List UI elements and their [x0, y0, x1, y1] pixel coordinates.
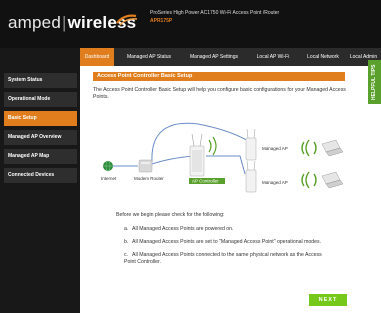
checklist-text: All Managed Access Points are powered on… — [132, 226, 234, 232]
wifi-signal-icon — [301, 171, 317, 189]
modem-router-label: Modem Router — [134, 176, 164, 181]
sidebar-item-operational-mode[interactable]: Operational Mode — [4, 92, 77, 107]
section-intro: The Access Point Controller Basic Setup … — [93, 87, 346, 100]
checklist-letter: b. — [124, 239, 129, 245]
managed-ap-2-icon — [245, 160, 257, 193]
sidebar-item-managed-ap-map[interactable]: Managed AP Map — [4, 149, 77, 164]
managed-ap-1-icon — [245, 128, 257, 161]
main-content: Access Point Controller Basic Setup The … — [80, 66, 381, 313]
tab-managed-ap-status[interactable]: Managed AP Status — [124, 48, 174, 66]
section-header: Access Point Controller Basic Setup — [93, 72, 345, 81]
internet-globe-icon — [103, 160, 113, 172]
wifi-signal-icon — [301, 139, 317, 157]
network-diagram: Internet Modem Router AP Controller Mana… — [101, 122, 344, 193]
sidebar-item-connected-devices[interactable]: Connected Devices — [4, 168, 77, 183]
ap-controller-label: AP Controller — [192, 179, 219, 184]
tab-local-ap-wifi[interactable]: Local AP Wi-Fi — [252, 48, 294, 66]
sidebar-item-managed-ap-overview[interactable]: Managed AP Overview — [4, 130, 77, 145]
sidebar: System Status Operational Mode Basic Set… — [0, 48, 80, 313]
top-nav: Dashboard Managed AP Status Managed AP S… — [80, 48, 381, 66]
laptop-icon — [321, 171, 344, 189]
brand-name-part1: amped — [8, 13, 61, 32]
next-button[interactable]: NEXT — [309, 294, 347, 306]
helpful-tips-tab[interactable]: HELPFUL TIPS — [368, 60, 381, 104]
checklist-letter: a. — [124, 226, 129, 232]
checklist-text: All Managed Access Points are set to "Ma… — [132, 239, 322, 245]
checklist-item: b. All Managed Access Points are set to "… — [124, 239, 364, 246]
checklist-item: a. All Managed Access Points are powered … — [124, 226, 364, 233]
section-title: Access Point Controller Basic Setup — [97, 73, 193, 79]
sidebar-item-basic-setup[interactable]: Basic Setup — [4, 111, 77, 126]
tab-local-network[interactable]: Local Network — [302, 48, 344, 66]
product-title: ProSeries High Power AC1750 Wi-Fi Access… — [150, 10, 280, 16]
modem-router-icon — [138, 159, 153, 173]
product-model: APR175P — [150, 18, 173, 24]
ap-controller-icon — [189, 133, 205, 177]
tab-managed-ap-settings[interactable]: Managed AP Settings — [186, 48, 242, 66]
managed-ap-2-label: Managed AP — [262, 180, 288, 185]
checklist-intro: Before we begin please check for the fol… — [116, 212, 225, 218]
checklist-text: All Managed Access Points connected to t… — [124, 252, 322, 265]
header: amped|wireless ProSeries High Power AC17… — [0, 0, 381, 48]
brand-separator: | — [61, 13, 67, 32]
tab-dashboard[interactable]: Dashboard — [80, 48, 114, 66]
helpful-tips-label: HELPFUL TIPS — [371, 64, 377, 100]
internet-label: Internet — [101, 176, 117, 181]
laptop-icon — [321, 139, 344, 157]
logo-swoosh-icon — [116, 14, 138, 26]
checklist-item: c. All Managed Access Points connected to… — [124, 252, 324, 265]
sidebar-item-system-status[interactable]: System Status — [4, 73, 77, 88]
managed-ap-1-label: Managed AP — [262, 146, 288, 151]
